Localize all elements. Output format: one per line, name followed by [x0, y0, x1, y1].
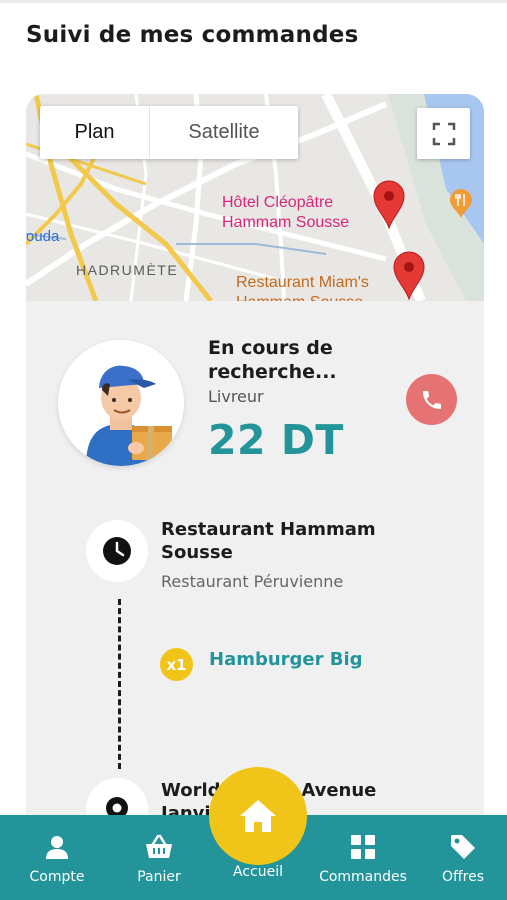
- order-tracking-card: Plan Satellite Hôtel Cléopâtre Hammam So…: [26, 94, 484, 854]
- map-label-hotel: Hôtel Cléopâtre Hammam Sousse: [222, 194, 350, 231]
- clock-icon: [103, 537, 131, 565]
- map-pin-icon[interactable]: [392, 251, 426, 301]
- delivery-price: 22 DT: [208, 416, 344, 464]
- courier-status: En cours de recherche...: [208, 337, 337, 383]
- map-type-plan-button[interactable]: Plan: [40, 106, 150, 159]
- pickup-marker: [86, 520, 148, 582]
- call-courier-button[interactable]: [406, 374, 457, 425]
- map-label-restaurant: Restaurant Miam's Hammam Sousse: [236, 274, 369, 301]
- fullscreen-button[interactable]: [417, 108, 470, 159]
- home-icon: [240, 800, 276, 832]
- map-label-city: HADRUMÈTE: [76, 262, 179, 278]
- map-type-control: Plan Satellite: [40, 106, 298, 159]
- map-type-satellite-button[interactable]: Satellite: [150, 106, 298, 159]
- courier-role: Livreur: [208, 387, 264, 406]
- item-quantity-badge: x1: [160, 648, 193, 681]
- nav-panier[interactable]: Panier: [122, 815, 196, 900]
- nav-panier-label: Panier: [137, 869, 181, 885]
- timeline-connector: [118, 599, 121, 769]
- nav-compte-label: Compte: [29, 869, 85, 885]
- map-pin-icon[interactable]: [372, 180, 406, 230]
- nav-commandes[interactable]: Commandes: [308, 815, 418, 900]
- grid-icon: [351, 835, 375, 859]
- fullscreen-icon: [432, 122, 455, 145]
- nav-offres[interactable]: Offres: [428, 815, 498, 900]
- page-title: Suivi de mes commandes: [26, 22, 359, 48]
- nav-offres-label: Offres: [441, 869, 485, 885]
- fork-knife-icon[interactable]: [449, 189, 473, 219]
- order-item-name: Hamburger Big: [209, 649, 363, 670]
- map-label-partial: ouda: [26, 228, 60, 245]
- pickup-name: Restaurant Hammam Sousse: [161, 519, 376, 563]
- user-icon: [46, 836, 68, 859]
- nav-commandes-label: Commandes: [319, 869, 407, 885]
- nav-accueil-button[interactable]: [209, 767, 307, 865]
- pickup-description: Restaurant Péruvienne: [161, 572, 344, 591]
- basket-icon: [146, 834, 172, 858]
- courier-avatar: [58, 340, 184, 466]
- nav-accueil-label: Accueil: [233, 864, 283, 880]
- nav-compte[interactable]: Compte: [20, 815, 94, 900]
- phone-icon: [422, 390, 441, 409]
- map-view[interactable]: Plan Satellite Hôtel Cléopâtre Hammam So…: [26, 94, 484, 301]
- tag-icon: [451, 835, 475, 859]
- top-divider: [0, 0, 507, 3]
- delivery-man-icon: [58, 340, 184, 466]
